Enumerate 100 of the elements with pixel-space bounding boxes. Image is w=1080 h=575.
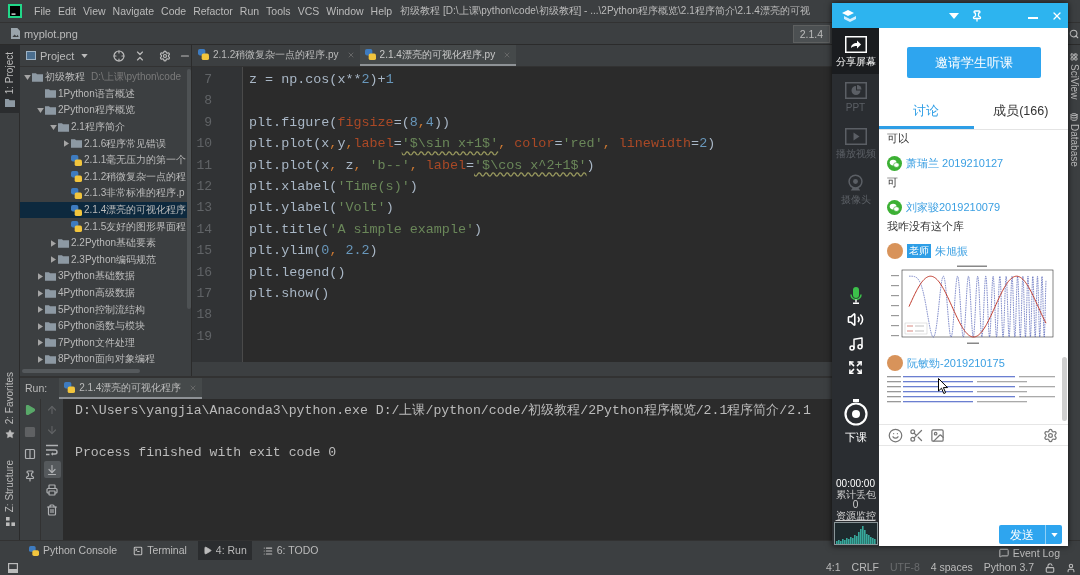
tree-item[interactable]: 3Python基础数据 xyxy=(20,268,191,285)
menu-item[interactable]: Navigate xyxy=(112,4,155,18)
tree-item[interactable]: 2.2Python基础要素 xyxy=(20,234,191,252)
status-item[interactable]: 4 spaces xyxy=(930,561,973,574)
tree-item[interactable]: 2.1.6程序常见错误 xyxy=(20,135,191,152)
python-file-icon xyxy=(64,382,76,393)
scissors-icon[interactable] xyxy=(909,427,924,443)
tree-item[interactable]: 2.1程序简介 xyxy=(20,118,191,136)
tool-window-tab[interactable]: 4: Run xyxy=(197,541,252,560)
editor-tab[interactable]: 2.1.4漂亮的可视化程序.py xyxy=(359,45,517,66)
tool-window-tab[interactable]: 1: Project xyxy=(0,45,20,114)
pin-icon[interactable] xyxy=(971,9,983,22)
minimize-icon[interactable] xyxy=(1028,16,1038,19)
project-view-selector[interactable]: Project xyxy=(26,48,89,63)
tree-item[interactable]: 2.3Python编码规范 xyxy=(20,251,191,269)
caret-down-icon[interactable] xyxy=(36,108,44,113)
menu-item[interactable]: Tools xyxy=(266,4,291,18)
scroll-to-end-button[interactable] xyxy=(43,461,61,478)
fullscreen-icon[interactable] xyxy=(848,360,863,375)
scrollbar-thumb[interactable] xyxy=(1062,357,1067,421)
menu-item[interactable]: View xyxy=(83,4,106,18)
image-file-icon xyxy=(11,28,20,39)
status-item[interactable]: CRLF xyxy=(851,561,879,574)
caret-right-icon[interactable] xyxy=(37,272,43,280)
menu-item[interactable]: VCS xyxy=(297,4,320,18)
caret-right-icon[interactable] xyxy=(37,306,43,314)
menu-item[interactable]: File xyxy=(34,4,51,18)
caret-down-icon[interactable] xyxy=(49,124,57,130)
sender-name: 阮敏勁-2019210175 xyxy=(907,356,1005,370)
editor-tab[interactable]: 2.1.2稍微复杂一点的程序.py xyxy=(193,45,360,66)
status-item[interactable]: Python 3.7 xyxy=(983,561,1034,574)
event-log-button[interactable]: Event Log xyxy=(998,547,1060,559)
project-view-icon xyxy=(26,51,36,60)
python-file-icon xyxy=(71,221,82,233)
menu-item[interactable]: Run xyxy=(239,4,260,18)
tree-item[interactable]: 5Python控制流结构 xyxy=(20,301,191,318)
caret-down-icon[interactable] xyxy=(23,74,31,80)
print-button[interactable] xyxy=(43,481,61,498)
tool-window-tab[interactable]: 6: TODO xyxy=(257,541,324,560)
caret-right-icon[interactable] xyxy=(37,355,43,363)
caret-down-icon[interactable] xyxy=(949,12,959,19)
folder-icon xyxy=(45,288,56,298)
tree-item[interactable]: 2.1.1毫无压力的第一个 xyxy=(20,151,191,169)
tool-window-tab[interactable]: Terminal xyxy=(128,541,192,560)
emoji-icon[interactable] xyxy=(888,427,903,443)
tool-window-tab[interactable]: Database xyxy=(1068,113,1080,168)
status-item[interactable]: 4:1 xyxy=(826,561,841,574)
tool-window-tab[interactable]: Z: Structure xyxy=(0,452,20,532)
packet-loss-value: 0 xyxy=(852,500,859,510)
image-icon[interactable] xyxy=(930,427,945,443)
breadcrumb-file[interactable]: myplot.png xyxy=(11,26,78,41)
end-class-button[interactable]: 下课 xyxy=(843,399,868,444)
caret-right-icon[interactable] xyxy=(37,322,43,330)
caret-right-icon[interactable] xyxy=(37,339,43,347)
tree-item[interactable]: 2.1.5友好的图形界面程 xyxy=(20,218,191,235)
tree-item[interactable]: 8Python面向对象编程 xyxy=(20,351,191,368)
crosshair-icon[interactable] xyxy=(113,49,126,62)
structure-icon xyxy=(5,517,15,526)
person-icon[interactable] xyxy=(1066,562,1076,573)
tree-item[interactable]: 1Python语言概述 xyxy=(20,85,191,103)
send-options-button[interactable] xyxy=(1045,525,1062,544)
settings-icon[interactable] xyxy=(159,49,172,62)
tool-window-tab[interactable]: SciView xyxy=(1068,53,1080,100)
chat-tab[interactable]: 成员(166) xyxy=(973,96,1068,129)
tree-item[interactable]: 2.1.2稍微复杂一点的程 xyxy=(20,168,191,186)
settings-icon[interactable] xyxy=(1043,427,1058,443)
share-tool-button[interactable]: 分享屏幕 xyxy=(832,28,879,74)
tree-item[interactable]: 4Python高级数据 xyxy=(20,284,191,302)
tree-item[interactable]: 6Python函数与模块 xyxy=(20,317,191,335)
menu-item[interactable]: Code xyxy=(161,4,187,18)
python-file-icon xyxy=(364,49,376,60)
search-icon[interactable] xyxy=(1069,28,1079,39)
folder-icon xyxy=(58,122,69,132)
menu-item[interactable]: Help xyxy=(370,4,393,18)
tree-item[interactable]: 7Python文件处理 xyxy=(20,334,191,352)
arrow-to-line-icon xyxy=(46,463,58,476)
panel-toggle-icon[interactable] xyxy=(8,562,18,573)
caret-right-icon[interactable] xyxy=(63,140,69,148)
menu-item[interactable]: Edit xyxy=(57,4,76,18)
sender-name: 朱旭振 xyxy=(935,244,968,258)
lock-icon[interactable] xyxy=(1045,562,1055,573)
tree-item[interactable]: 2.1.3非常标准的程序.p xyxy=(20,185,191,202)
run-configuration-selector[interactable]: 2.1.4 xyxy=(792,24,830,43)
caret-right-icon[interactable] xyxy=(50,239,56,247)
tree-item[interactable]: 2Python程序概览 xyxy=(20,102,191,119)
folder-icon xyxy=(58,238,69,248)
run-tab[interactable]: 2.1.4漂亮的可视化程序 xyxy=(59,378,203,399)
speaker-icon[interactable] xyxy=(847,311,864,328)
wrap-icon xyxy=(46,443,58,456)
chat-tab[interactable]: 讨论 xyxy=(879,96,974,129)
menu-item[interactable]: Refactor xyxy=(193,4,233,18)
resource-monitor-link[interactable]: 资源监控 xyxy=(835,510,876,521)
sender-name: 萧瑞兰 2019210127 xyxy=(906,156,1004,170)
tool-window-tab[interactable]: Python Console xyxy=(24,541,123,560)
tool-window-tab[interactable]: 2: Favorites xyxy=(0,364,20,445)
music-note-icon[interactable] xyxy=(847,336,864,352)
caret-right-icon[interactable] xyxy=(50,256,56,264)
microphone-icon[interactable] xyxy=(849,287,862,304)
menu-item[interactable]: Window xyxy=(326,4,364,18)
caret-right-icon[interactable] xyxy=(37,289,43,297)
